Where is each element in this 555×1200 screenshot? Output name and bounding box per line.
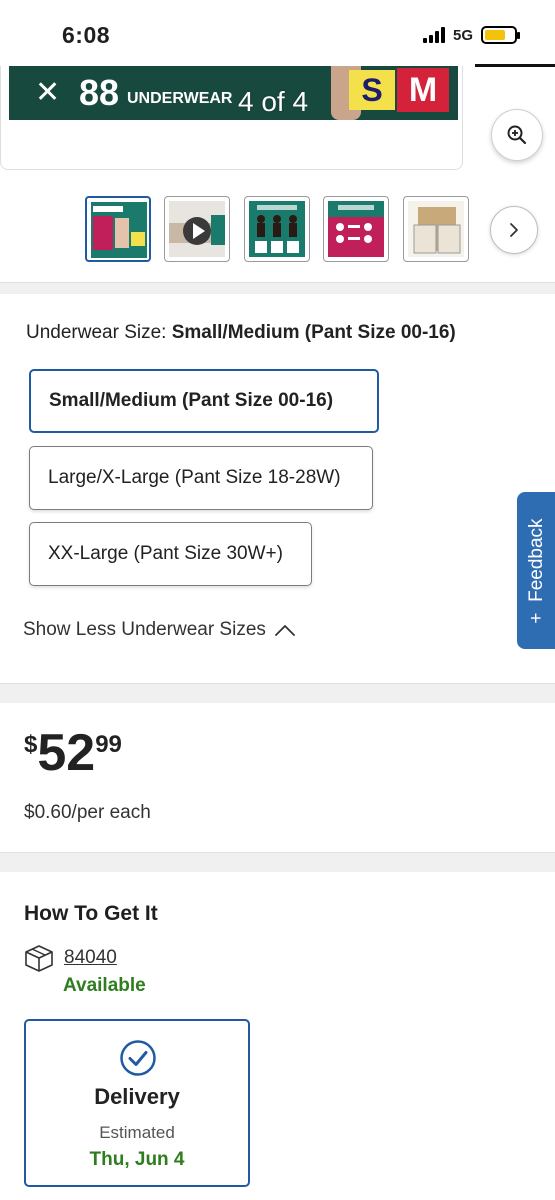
thumbnail-strip [0, 196, 555, 264]
thumbnails-next-button[interactable] [490, 206, 538, 254]
status-divider [475, 64, 555, 67]
delivery-title: Delivery [94, 1084, 180, 1109]
size-selection-label: Underwear Size: Small/Medium (Pant Size … [26, 322, 456, 344]
delivery-estimated-label: Estimated [99, 1123, 175, 1142]
selected-size-value: Small/Medium (Pant Size 00-16) [171, 322, 456, 343]
battery-icon [481, 26, 520, 44]
absorbency-thumbnail-icon [328, 201, 384, 257]
size-label: Underwear Size: [26, 322, 167, 343]
delivery-date: Thu, Jun 4 [89, 1149, 185, 1170]
thumbnail-absorbency[interactable] [323, 196, 389, 262]
status-indicators: 5G [422, 26, 520, 44]
zip-code-link[interactable]: 84040 [64, 947, 117, 969]
how-to-get-it-title: How To Get It [24, 902, 158, 925]
size-option-xx-large[interactable]: XX-Large (Pant Size 30W+) [29, 522, 312, 586]
gallery-counter: 4 of 4 [238, 86, 309, 117]
banner-count: 88 [79, 72, 120, 113]
availability-status: Available [63, 975, 146, 996]
size-s-badge: S [349, 70, 395, 110]
thumbnail-box-contents[interactable] [403, 196, 469, 262]
chevron-right-icon [510, 223, 518, 237]
thumbnail-package-front[interactable] [85, 196, 151, 262]
thumbnail-product-video[interactable] [164, 196, 230, 262]
product-price: $ 52 99 [24, 727, 122, 779]
banner-word: UNDERWEAR [127, 90, 233, 107]
video-thumbnail-icon [169, 201, 225, 257]
price-cents: 99 [95, 731, 122, 758]
thumbnail-size-guide[interactable] [244, 196, 310, 262]
show-less-sizes-toggle[interactable]: Show Less Underwear Sizes [23, 619, 296, 641]
package-thumbnail-icon [91, 202, 147, 258]
section-divider [0, 852, 555, 872]
size-m-badge: M [397, 68, 449, 112]
section-divider [0, 683, 555, 703]
box-thumbnail-icon [408, 201, 464, 257]
size-guide-thumbnail-icon [249, 201, 305, 257]
size-option-large-xlarge[interactable]: Large/X-Large (Pant Size 18-28W) [29, 446, 373, 510]
feedback-label: + Feedback [526, 518, 548, 623]
section-divider [0, 282, 555, 294]
zoom-button[interactable] [491, 109, 543, 161]
cellular-signal-icon [422, 27, 445, 43]
show-less-label: Show Less Underwear Sizes [23, 619, 266, 640]
price-dollars: 52 [37, 724, 96, 782]
close-icon: ✕ [35, 76, 61, 109]
feedback-tab[interactable]: + Feedback [517, 492, 555, 649]
package-box-icon [25, 945, 53, 972]
status-time: 6:08 [62, 22, 111, 48]
zip-code-row: 84040 [24, 944, 117, 972]
zoom-in-icon [507, 125, 527, 145]
status-bar: 6:08 5G [0, 0, 555, 67]
delivery-option-card[interactable]: Delivery Estimated Thu, Jun 4 [24, 1019, 250, 1187]
checkmark-circle-icon [120, 1040, 156, 1076]
size-option-small-medium[interactable]: Small/Medium (Pant Size 00-16) [29, 369, 379, 433]
plus-icon: + [526, 611, 547, 624]
price-currency: $ [24, 731, 38, 758]
feedback-text: Feedback [526, 517, 547, 602]
chevron-up-icon [274, 625, 295, 636]
product-image-banner: ✕ 88 UNDERWEAR S M [9, 66, 458, 120]
network-type: 5G [452, 26, 473, 44]
product-image-card[interactable]: ✕ 88 UNDERWEAR S M [0, 66, 463, 170]
unit-price: $0.60/per each [24, 802, 151, 823]
